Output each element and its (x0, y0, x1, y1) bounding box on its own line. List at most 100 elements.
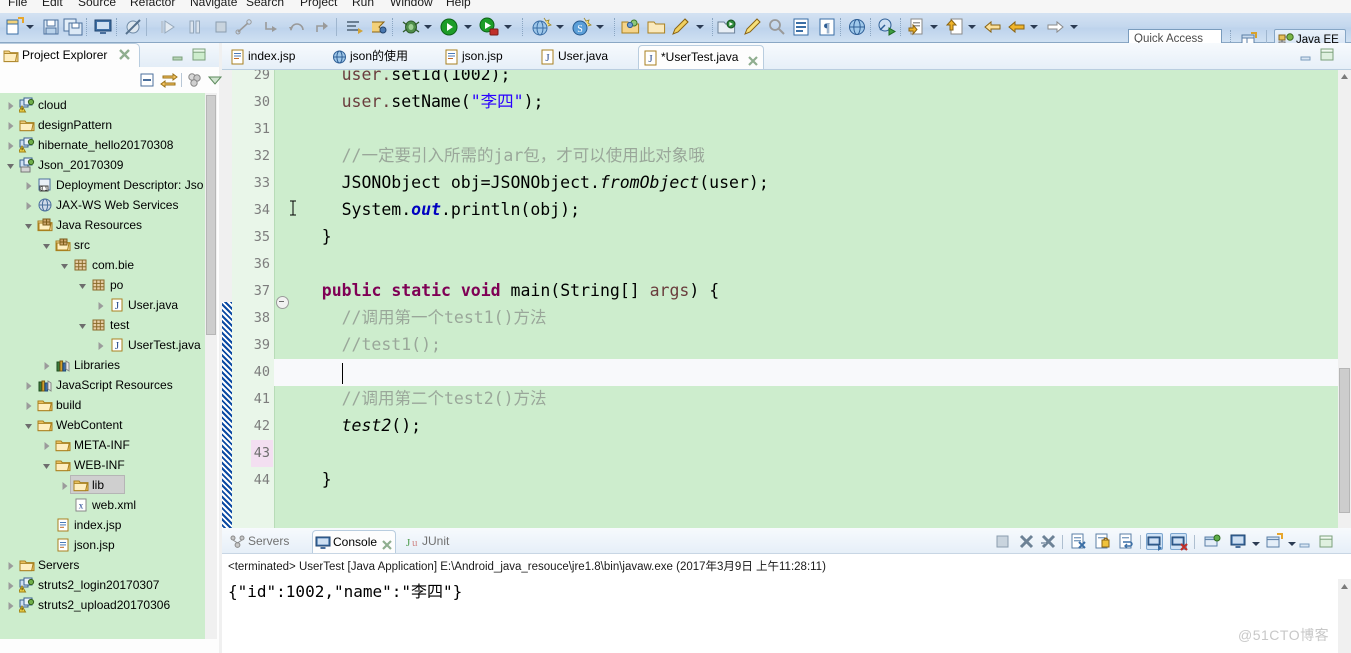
chevron-right-icon[interactable] (6, 140, 15, 150)
pencil-caret[interactable] (696, 25, 704, 29)
remove-all-launches-icon[interactable] (1040, 533, 1057, 550)
run-as-server-caret[interactable] (504, 25, 512, 29)
menu-item-edit[interactable]: Edit (42, 0, 63, 9)
back-caret[interactable] (1030, 25, 1038, 29)
close-icon[interactable] (118, 48, 131, 61)
editor-body[interactable]: 29 30 31 32 33 34 35 36 37 38 39 40 41 42 43 44 user.se… (222, 70, 1351, 550)
code-line-row[interactable] (274, 440, 1351, 467)
menu-item-help[interactable]: Help (446, 0, 471, 9)
chevron-down-icon[interactable] (24, 220, 33, 230)
minimize-icon[interactable] (172, 51, 183, 61)
maximize-icon[interactable] (1319, 535, 1333, 548)
debug-caret[interactable] (424, 25, 432, 29)
code-line-row[interactable] (274, 413, 1351, 440)
tree-item-test[interactable]: test (0, 315, 217, 335)
run-icon[interactable] (438, 16, 460, 38)
tree-item-po[interactable]: po (0, 275, 217, 295)
show-console-on-output-icon[interactable] (1146, 533, 1163, 551)
step-into-icon[interactable] (234, 16, 256, 38)
scroll-lock-icon[interactable] (1094, 533, 1111, 550)
code-line-row[interactable] (274, 224, 1351, 251)
back-icon[interactable] (982, 16, 1004, 38)
tree-item-designpattern[interactable]: designPattern (0, 115, 217, 135)
new-server-caret[interactable] (596, 25, 604, 29)
tree-item-usertest-java[interactable]: J UserTest.java (0, 335, 217, 355)
tree-item-build[interactable]: build (0, 395, 217, 415)
clear-console-icon[interactable] (1070, 533, 1087, 550)
chevron-right-icon[interactable] (24, 180, 33, 190)
project-tree[interactable]: cloud designPattern hibernate_hello2017030… (0, 93, 217, 639)
chevron-right-icon[interactable] (24, 400, 33, 410)
terminate-icon[interactable] (210, 16, 232, 38)
minimize-icon[interactable] (1299, 538, 1310, 548)
tree-item-servers[interactable]: Servers (0, 555, 217, 575)
chevron-right-icon[interactable] (42, 360, 51, 370)
tree-item-hibernate-hello20170308[interactable]: hibernate_hello20170308 (0, 135, 217, 155)
debug-icon[interactable] (400, 16, 422, 38)
editor-vertical-scroll-thumb[interactable] (1339, 368, 1350, 513)
tree-item-java-resources[interactable]: Java Resources (0, 215, 217, 235)
collapse-all-icon[interactable] (138, 71, 156, 89)
editor-tab-usertest.java[interactable]: J *UserTest.java (638, 45, 764, 69)
toggle-mark-occurrences-icon[interactable] (790, 16, 812, 38)
chevron-right-icon[interactable] (6, 560, 15, 570)
show-console-on-error-icon[interactable] (1170, 533, 1188, 551)
back-icon-2[interactable] (1006, 16, 1028, 38)
tree-item-webcontent[interactable]: WebContent (0, 415, 217, 435)
new-java-project-icon[interactable] (716, 16, 738, 38)
chevron-down-icon[interactable] (78, 280, 87, 290)
chevron-down-icon[interactable] (42, 240, 51, 250)
open-type-icon[interactable] (620, 16, 642, 38)
show-whitespace-icon[interactable]: ¶ (816, 16, 838, 38)
focus-on-active-task-icon[interactable] (186, 71, 204, 89)
tree-item-src[interactable]: src (0, 235, 217, 255)
new-wizard-icon[interactable] (4, 16, 26, 38)
open-console-caret[interactable] (1288, 542, 1296, 546)
pin-console-icon[interactable] (1204, 533, 1221, 550)
code-line-row[interactable] (274, 251, 1351, 278)
open-console-icon[interactable] (1266, 533, 1283, 550)
step-over-icon[interactable] (260, 16, 282, 38)
tree-item-libraries[interactable]: Libraries (0, 355, 217, 375)
display-selected-console-caret[interactable] (1252, 542, 1260, 546)
maximize-icon[interactable] (1320, 48, 1334, 61)
console-tab-servers[interactable]: Servers (228, 530, 306, 553)
next-edit-caret[interactable] (930, 25, 938, 29)
maximize-icon[interactable] (192, 48, 206, 61)
overview-ruler[interactable] (222, 70, 232, 550)
chevron-down-icon[interactable] (60, 260, 69, 270)
external-tools-icon[interactable] (876, 16, 898, 38)
chevron-down-icon[interactable] (24, 420, 33, 430)
close-icon[interactable] (747, 52, 759, 66)
link-with-editor-icon[interactable] (160, 71, 178, 89)
editor-tab-user.java[interactable]: J User.java (536, 45, 632, 69)
previous-edit-caret[interactable] (968, 25, 976, 29)
editor-tab-json.jsp[interactable]: json.jsp (440, 45, 530, 69)
save-all-icon[interactable] (62, 16, 84, 38)
open-web-browser-icon[interactable] (846, 16, 868, 38)
previous-annotation-icon[interactable] (368, 16, 390, 38)
open-console-icon[interactable] (92, 16, 114, 38)
chevron-right-icon[interactable] (24, 200, 33, 210)
code-line-row[interactable] (274, 116, 1351, 143)
new-web-project-icon[interactable] (530, 16, 552, 38)
explorer-vertical-scroll-thumb[interactable] (206, 95, 216, 335)
new-package-icon[interactable] (742, 16, 764, 38)
tree-item-deployment-descriptor-jso[interactable]: 3.1 Deployment Descriptor: Jso (0, 175, 217, 195)
tree-item-struts2-login20170307[interactable]: struts2_login20170307 (0, 575, 217, 595)
menu-item-file[interactable]: File (8, 0, 27, 9)
tree-item-cloud[interactable]: cloud (0, 95, 217, 115)
console-output-area[interactable]: <terminated> UserTest [Java Application]… (222, 553, 1351, 653)
menu-item-window[interactable]: Window (390, 0, 433, 9)
tree-item-com-bie[interactable]: com.bie (0, 255, 217, 275)
run-as-server-icon[interactable] (478, 16, 500, 38)
chevron-right-icon[interactable] (42, 440, 51, 450)
remove-launch-icon[interactable] (1018, 533, 1035, 550)
resume-icon[interactable] (156, 16, 178, 38)
menu-item-run[interactable]: Run (352, 0, 374, 9)
chevron-right-icon[interactable] (6, 580, 15, 590)
tree-item-jax-ws-web-services[interactable]: JAX-WS Web Services (0, 195, 217, 215)
next-annotation-icon[interactable] (344, 16, 366, 38)
search-icon[interactable] (766, 16, 788, 38)
save-icon[interactable] (40, 16, 62, 38)
